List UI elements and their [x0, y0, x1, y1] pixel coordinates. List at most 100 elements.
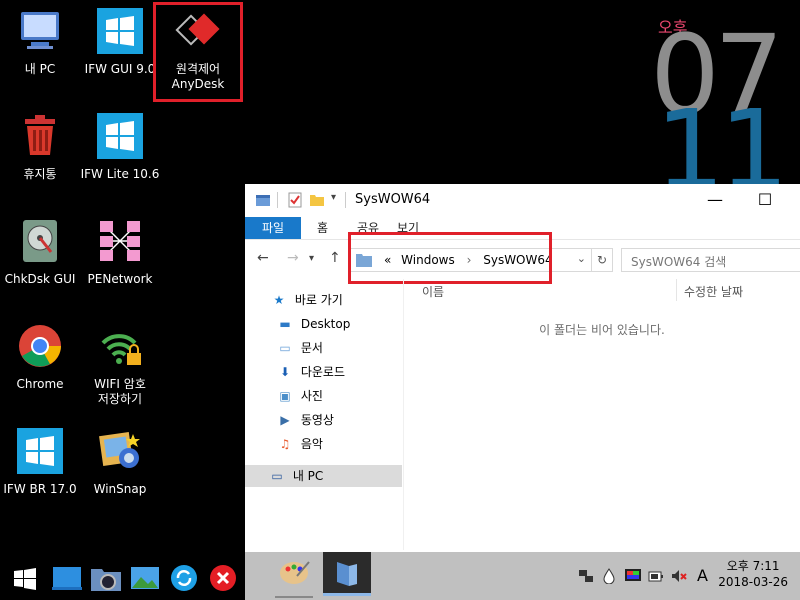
desktop-icon-label: 휴지통 [23, 167, 57, 181]
water-drop-icon[interactable] [601, 568, 617, 584]
desktop-icon-label: IFW GUI 9.0 [84, 62, 156, 76]
desktop-icon-label: IFW BR 17.0 [3, 482, 77, 496]
desktop-icon-this-pc[interactable]: 내 PC [0, 8, 80, 77]
separator [277, 192, 278, 208]
start-button[interactable] [14, 568, 36, 590]
desktop-icon-penetwork[interactable]: PENetwork [80, 218, 160, 287]
display-icon[interactable] [625, 568, 641, 584]
separator [345, 192, 346, 208]
nav-item-label: 문서 [300, 341, 323, 355]
nav-videos[interactable]: ▶ 동영상 [277, 409, 334, 431]
desktop-icon-winsnap[interactable]: WinSnap [80, 428, 160, 497]
picture-viewer-icon[interactable] [130, 565, 160, 591]
network-icon [100, 221, 140, 261]
nav-this-pc[interactable]: ▭ 내 PC [245, 465, 402, 487]
palette-icon [280, 561, 310, 584]
desktop-icon-label: 원격제어 AnyDesk [171, 62, 225, 91]
nav-downloads[interactable]: ⬇ 다운로드 [277, 361, 345, 383]
desktop-icon-ifw-gui[interactable]: IFW GUI 9.0 [80, 8, 160, 77]
new-folder-icon[interactable] [309, 192, 325, 208]
taskbar-date: 2018-03-26 [718, 575, 788, 589]
maximize-button[interactable]: ☐ [742, 184, 788, 216]
recent-locations-icon[interactable]: ▾ [309, 253, 314, 264]
desktop-icon-wifi-password[interactable]: WIFI 암호 저장하기 [80, 323, 160, 407]
show-desktop-icon[interactable] [52, 565, 82, 591]
music-icon: ♫ [279, 437, 291, 451]
wifi-lock-icon [101, 334, 141, 365]
pictures-icon: ▣ [279, 389, 291, 403]
desktop-icon-ifw-br[interactable]: IFW BR 17.0 [0, 428, 80, 497]
minimize-button[interactable]: — [692, 184, 738, 216]
desktop-icon-label: PENetwork [87, 272, 153, 286]
chrome-icon [19, 325, 61, 367]
taskbar-app-explorer[interactable] [323, 552, 371, 596]
nav-music[interactable]: ♫ 음악 [277, 433, 323, 455]
file-explorer-icon[interactable] [90, 563, 122, 593]
column-header-name[interactable]: 이름 [422, 283, 444, 300]
desktop-icon-chkdsk[interactable]: ChkDsk GUI [0, 218, 80, 287]
nav-item-label: 바로 가기 [294, 293, 343, 307]
taskbar-app-paint[interactable] [275, 554, 313, 598]
column-divider [676, 279, 677, 301]
desktop-icon-label: ChkDsk GUI [4, 272, 76, 286]
highlight-box-address [348, 232, 552, 284]
battery-icon[interactable] [648, 568, 664, 584]
column-header-date-modified[interactable]: 수정한 날짜 [684, 283, 743, 300]
up-arrow-icon[interactable]: ↑ [329, 250, 341, 266]
system-clock[interactable]: 오후 7:11 2018-03-26 [718, 558, 788, 590]
volume-muted-icon[interactable] [671, 568, 687, 584]
address-dropdown-icon[interactable]: ⌄ [577, 252, 586, 265]
disk-check-icon [23, 220, 57, 262]
desktop-icon-label: IFW Lite 10.6 [80, 167, 160, 181]
documents-icon: ▭ [279, 341, 291, 355]
explorer-window[interactable]: ▾ SysWOW64 — ☐ 파일 홈 공유 보기 ← → ▾ ↑ « Wind… [245, 184, 800, 600]
close-icon[interactable] [209, 564, 237, 592]
star-icon: ★ [273, 293, 285, 307]
quick-access-dropdown-icon[interactable]: ▾ [331, 192, 336, 203]
nav-item-label: 내 PC [292, 469, 324, 483]
winsnap-icon [99, 432, 140, 468]
folder-icon [337, 562, 357, 586]
desktop-icon-chrome[interactable]: Chrome [0, 323, 80, 392]
back-arrow-icon[interactable]: ← [257, 250, 269, 266]
taskbar: A 오후 7:11 2018-03-26 [245, 552, 800, 600]
nav-item-label: 사진 [300, 389, 323, 403]
taskbar-time: 오후 7:11 [726, 559, 780, 573]
forward-arrow-icon[interactable]: → [287, 250, 299, 266]
nav-documents[interactable]: ▭ 문서 [277, 337, 323, 359]
properties-icon[interactable] [287, 192, 303, 208]
download-icon: ⬇ [279, 365, 291, 379]
desktop-icon-label: WinSnap [93, 482, 147, 496]
title-bar[interactable]: ▾ SysWOW64 — ☐ [245, 184, 800, 217]
recycle-bin-icon [25, 115, 55, 155]
video-icon: ▶ [280, 413, 290, 427]
search-placeholder: SysWOW64 검색 [631, 255, 727, 269]
sync-icon[interactable] [170, 564, 198, 592]
desktop-icon-recycle-bin[interactable]: 휴지통 [0, 113, 80, 182]
desktop-icon-label: 내 PC [24, 62, 56, 76]
windows-logo-icon [97, 113, 143, 159]
nav-pictures[interactable]: ▣ 사진 [277, 385, 323, 407]
ime-indicator[interactable]: A [697, 566, 708, 585]
window-title: SysWOW64 [355, 192, 431, 207]
empty-folder-message: 이 폴더는 비어 있습니다. [539, 323, 665, 337]
navigation-pane: ★ 바로 가기 ▬ Desktop ▭ 문서 ⬇ 다운로드 ▣ 사진 ▶ 동영상… [245, 279, 404, 550]
refresh-icon[interactable]: ↻ [591, 249, 612, 271]
tab-home[interactable]: 홈 [317, 217, 328, 239]
network-icon[interactable] [578, 568, 594, 584]
nav-item-label: Desktop [300, 317, 351, 331]
search-box[interactable]: SysWOW64 검색 [621, 248, 800, 272]
monitor-icon: ▭ [271, 469, 283, 483]
desktop-icon-anydesk[interactable]: 원격제어 AnyDesk [158, 8, 238, 92]
nav-item-label: 음악 [300, 437, 323, 451]
nav-item-label: 다운로드 [300, 365, 345, 379]
desktop-icon-ifw-lite[interactable]: IFW Lite 10.6 [80, 113, 160, 182]
tab-file[interactable]: 파일 [245, 217, 301, 239]
anydesk-icon [175, 13, 220, 46]
nav-quick-access[interactable]: ★ 바로 가기 [271, 289, 343, 311]
desktop-icon-label: WIFI 암호 저장하기 [94, 377, 146, 406]
nav-desktop[interactable]: ▬ Desktop [277, 313, 350, 335]
taskbar-left [0, 555, 245, 600]
file-list[interactable]: 이름 수정한 날짜 이 폴더는 비어 있습니다. [404, 279, 800, 550]
windows-logo-icon [17, 428, 63, 474]
